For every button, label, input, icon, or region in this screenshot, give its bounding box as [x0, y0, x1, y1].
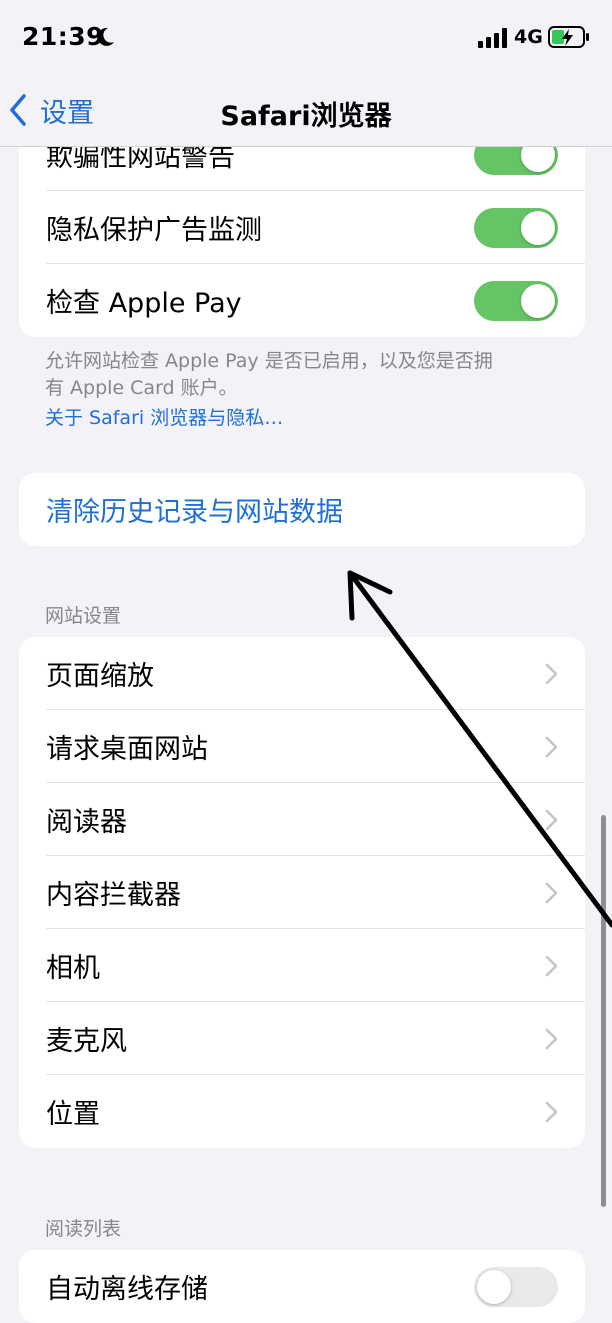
network-type: 4G	[514, 26, 543, 48]
section-header-website-settings: 网站设置	[45, 605, 122, 627]
row-label: 请求桌面网站	[46, 734, 208, 765]
settings-row-location[interactable]: 位置	[19, 1075, 585, 1148]
check-apple-pay-toggle[interactable]	[474, 280, 558, 321]
safari-privacy-link[interactable]: 关于 Safari 浏览器与隐私…	[45, 403, 283, 430]
page-title: Safari浏览器	[220, 101, 392, 132]
status-time: 21:39	[22, 22, 105, 51]
settings-row-content-blockers[interactable]: 内容拦截器	[19, 856, 585, 929]
apple-pay-footer-note: 允许网站检查 Apple Pay 是否已启用，以及您是否拥 有 Apple Ca…	[45, 348, 565, 402]
row-label: 位置	[46, 1099, 100, 1130]
website-settings-card: 页面缩放 请求桌面网站 阅读器 内容拦截器 相机 麦克风 位置	[19, 637, 585, 1148]
chevron-right-icon	[545, 882, 558, 903]
chevron-right-icon	[545, 1028, 558, 1049]
clear-history-label: 清除历史记录与网站数据	[46, 497, 343, 528]
clear-history-button[interactable]: 清除历史记录与网站数据	[19, 473, 585, 546]
chevron-right-icon	[545, 955, 558, 976]
settings-row-privacy-ad-measurement: 隐私保护广告监测	[19, 191, 585, 264]
settings-row-request-desktop-website[interactable]: 请求桌面网站	[19, 710, 585, 783]
row-label: 检查 Apple Pay	[46, 288, 242, 319]
row-label: 隐私保护广告监测	[46, 215, 262, 246]
navigation-bar-overlay: 设置 Safari浏览器	[0, 76, 612, 147]
battery-charging-icon	[548, 26, 589, 48]
scroll-indicator[interactable]	[601, 815, 606, 1207]
settings-row-auto-save-offline: 自动离线存储	[19, 1250, 585, 1323]
settings-row-camera[interactable]: 相机	[19, 929, 585, 1002]
cellular-signal-icon	[478, 28, 507, 48]
auto-save-offline-toggle[interactable]	[474, 1266, 558, 1307]
settings-row-reader[interactable]: 阅读器	[19, 783, 585, 856]
chevron-right-icon	[545, 809, 558, 830]
row-label: 阅读器	[46, 807, 127, 838]
row-label: 自动离线存储	[46, 1274, 208, 1305]
chevron-right-icon	[545, 663, 558, 684]
settings-row-microphone[interactable]: 麦克风	[19, 1002, 585, 1075]
status-bar: 21:39 4G	[0, 0, 612, 76]
reading-list-card: 自动离线存储	[19, 1250, 585, 1323]
row-label: 内容拦截器	[46, 880, 181, 911]
footer-line: 允许网站检查 Apple Pay 是否已启用，以及您是否拥	[45, 350, 493, 372]
row-label: 麦克风	[46, 1026, 127, 1057]
section-header-reading-list: 阅读列表	[45, 1218, 122, 1240]
row-label: 页面缩放	[46, 661, 154, 692]
settings-row-page-zoom[interactable]: 页面缩放	[19, 637, 585, 710]
settings-row-check-apple-pay: 检查 Apple Pay	[19, 264, 585, 337]
clear-history-card: 清除历史记录与网站数据	[19, 473, 585, 546]
row-label: 相机	[46, 953, 100, 984]
chevron-right-icon	[545, 736, 558, 757]
privacy-settings-card: 欺骗性网站警告 隐私保护广告监测 检查 Apple Pay	[19, 118, 585, 337]
chevron-right-icon	[545, 1101, 558, 1122]
moon-icon	[97, 27, 114, 46]
footer-line: 有 Apple Card 账户。	[45, 377, 238, 399]
privacy-ad-measurement-toggle[interactable]	[474, 207, 558, 248]
